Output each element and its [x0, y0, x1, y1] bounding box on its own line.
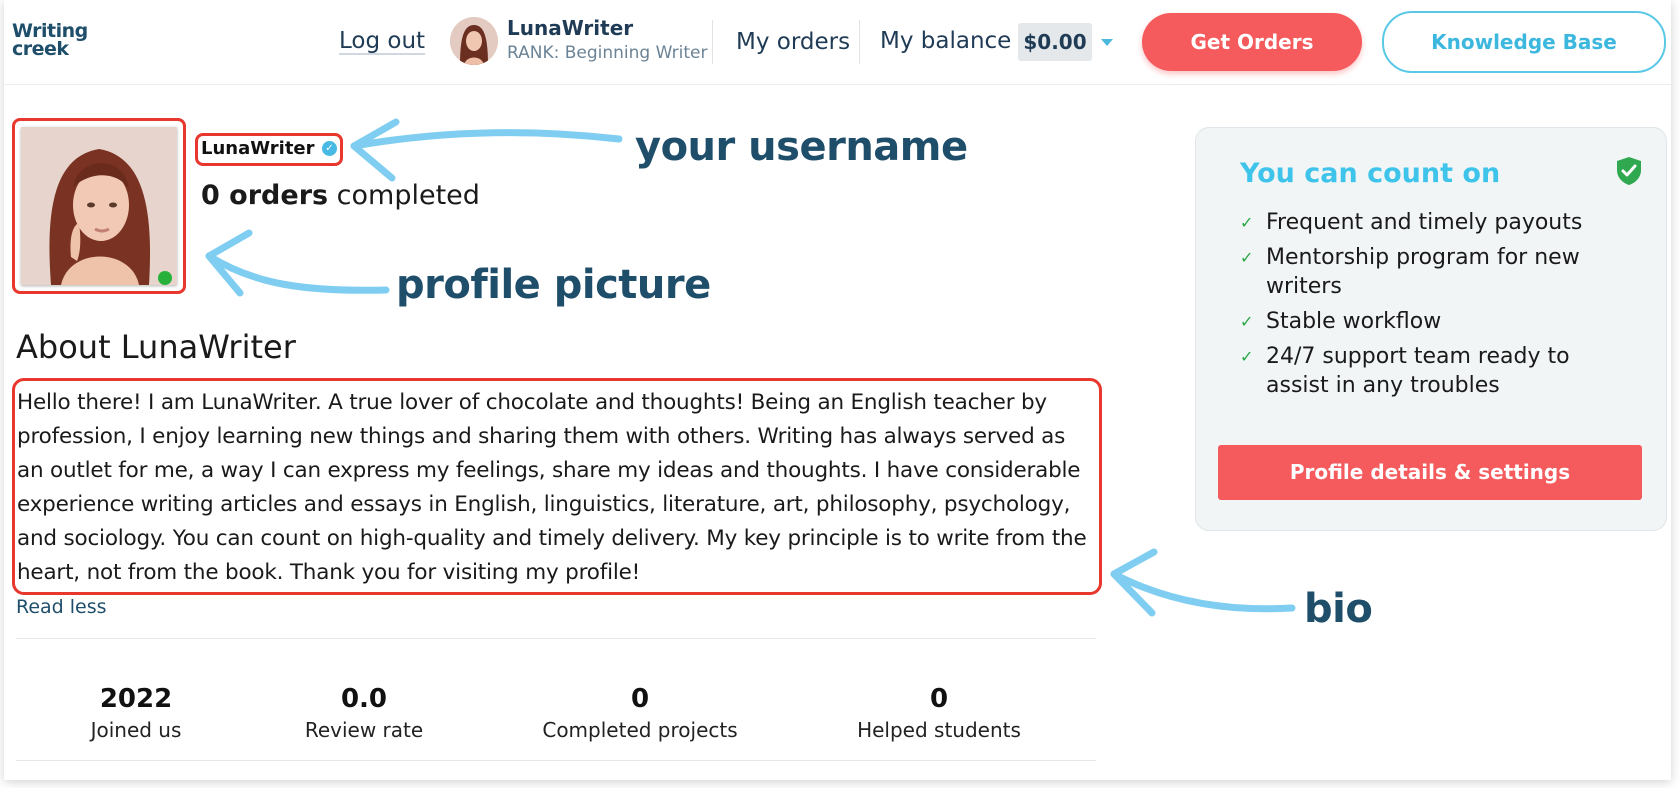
annotation-arrows — [205, 118, 1296, 617]
annotation-bio: bio — [1304, 586, 1373, 632]
page-frame: Writing creek Log out LunaWriter RANK: B… — [4, 0, 1671, 780]
annotation-username: your username — [635, 124, 968, 170]
annotation-profile-picture: profile picture — [396, 262, 711, 308]
